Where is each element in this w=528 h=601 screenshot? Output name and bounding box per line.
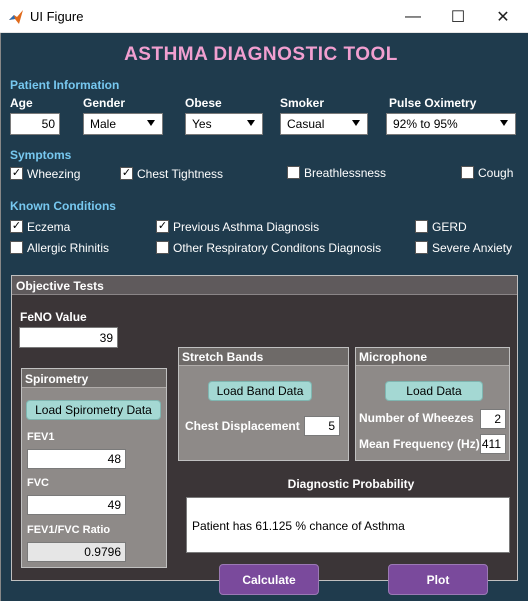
chevron-down-icon: [247, 120, 255, 126]
spirometry-title: Spirometry: [25, 372, 89, 386]
stretch-bands-panel: Stretch Bands Load Band Data Chest Displ…: [178, 347, 349, 461]
smoker-dropdown[interactable]: Casual: [280, 113, 368, 135]
window-title: UI Figure: [30, 9, 84, 24]
diagnostic-result-text: Patient has 61.125 % chance of Asthma: [192, 519, 405, 533]
previous-asthma-checkbox[interactable]: ✓: [156, 220, 169, 233]
pulse-oximetry-value: 92% to 95%: [393, 117, 458, 131]
stretch-bands-title: Stretch Bands: [182, 350, 264, 364]
load-band-data-button[interactable]: Load Band Data: [208, 381, 312, 401]
patient-info-heading: Patient Information: [10, 78, 120, 92]
pulse-oximetry-label: Pulse Oximetry: [389, 96, 477, 110]
allergic-rhinitis-label: Allergic Rhinitis: [27, 241, 110, 255]
diagnostic-probability-label: Diagnostic Probability: [287, 477, 415, 491]
previous-asthma-label: Previous Asthma Diagnosis: [173, 220, 320, 234]
other-respiratory-checkbox[interactable]: [156, 241, 169, 254]
matlab-icon: [9, 10, 23, 24]
plot-button[interactable]: Plot: [388, 564, 488, 595]
spirometry-panel: Spirometry Load Spirometry Data FEV1 48 …: [21, 368, 167, 568]
chevron-down-icon: [147, 120, 155, 126]
diagnostic-result-textarea[interactable]: Patient has 61.125 % chance of Asthma: [186, 497, 510, 553]
chest-tightness-label: Chest Tightness: [137, 167, 224, 181]
chevron-down-icon: [352, 120, 360, 126]
cough-checkbox[interactable]: [461, 166, 474, 179]
symptoms-heading: Symptoms: [10, 148, 72, 162]
age-input[interactable]: 50: [10, 113, 60, 135]
age-label: Age: [10, 96, 33, 110]
other-respiratory-label: Other Respiratory Conditons Diagnosis: [173, 241, 382, 255]
obese-value: Yes: [192, 117, 212, 131]
breathlessness-label: Breathlessness: [304, 166, 387, 180]
chest-tightness-checkbox[interactable]: ✓: [120, 167, 133, 180]
gender-value: Male: [90, 117, 117, 131]
fev1-label: FEV1: [27, 431, 55, 443]
pulse-oximetry-dropdown[interactable]: 92% to 95%: [386, 113, 516, 135]
gender-label: Gender: [83, 96, 126, 110]
microphone-panel: Microphone Load Data Number of Wheezes 2…: [355, 347, 510, 461]
gerd-checkbox[interactable]: [415, 220, 428, 233]
eczema-label: Eczema: [27, 220, 71, 234]
calculate-button[interactable]: Calculate: [219, 564, 319, 595]
wheezes-label: Number of Wheezes: [359, 411, 474, 425]
smoker-label: Smoker: [280, 96, 325, 110]
known-conditions-heading: Known Conditions: [10, 199, 116, 213]
eczema-checkbox[interactable]: ✓: [10, 220, 23, 233]
load-spirometry-button[interactable]: Load Spirometry Data: [26, 400, 161, 420]
feno-label: FeNO Value: [20, 310, 87, 324]
obese-label: Obese: [185, 96, 222, 110]
wheezing-label: Wheezing: [27, 167, 81, 181]
app-canvas: ASTHMA DIAGNOSTIC TOOL Patient Informati…: [0, 33, 528, 601]
breathlessness-checkbox[interactable]: [287, 166, 300, 179]
gender-dropdown[interactable]: Male: [83, 113, 163, 135]
wheezing-checkbox[interactable]: ✓: [10, 167, 23, 180]
gerd-label: GERD: [432, 220, 467, 234]
fev1-input[interactable]: 48: [27, 449, 126, 469]
chest-displacement-label: Chest Displacement: [185, 419, 300, 433]
fvc-label: FVC: [27, 477, 49, 489]
app-title: ASTHMA DIAGNOSTIC TOOL: [124, 44, 398, 65]
severe-anxiety-checkbox[interactable]: [415, 241, 428, 254]
chest-displacement-input[interactable]: 5: [304, 416, 340, 436]
severe-anxiety-label: Severe Anxiety: [432, 241, 513, 255]
wheezes-input[interactable]: 2: [480, 409, 506, 429]
smoker-value: Casual: [287, 117, 325, 131]
obese-dropdown[interactable]: Yes: [185, 113, 263, 135]
close-button[interactable]: ✕: [480, 0, 526, 33]
microphone-title: Microphone: [359, 350, 427, 364]
mean-frequency-label: Mean Frequency (Hz): [359, 437, 480, 451]
objective-tests-title: Objective Tests: [16, 279, 104, 293]
ratio-output: 0.9796: [27, 542, 126, 562]
mean-frequency-input[interactable]: 411: [480, 434, 506, 454]
cough-label: Cough: [478, 166, 514, 180]
feno-input[interactable]: 39: [19, 327, 118, 348]
allergic-rhinitis-checkbox[interactable]: [10, 241, 23, 254]
fvc-input[interactable]: 49: [27, 495, 126, 515]
objective-tests-panel: Objective Tests FeNO Value 39 Spirometry…: [11, 275, 518, 595]
ratio-label: FEV1/FVC Ratio: [27, 524, 111, 536]
minimize-button[interactable]: —: [390, 0, 436, 33]
maximize-button[interactable]: ☐: [435, 0, 481, 33]
chevron-down-icon: [500, 120, 508, 126]
load-mic-data-button[interactable]: Load Data: [385, 381, 483, 401]
